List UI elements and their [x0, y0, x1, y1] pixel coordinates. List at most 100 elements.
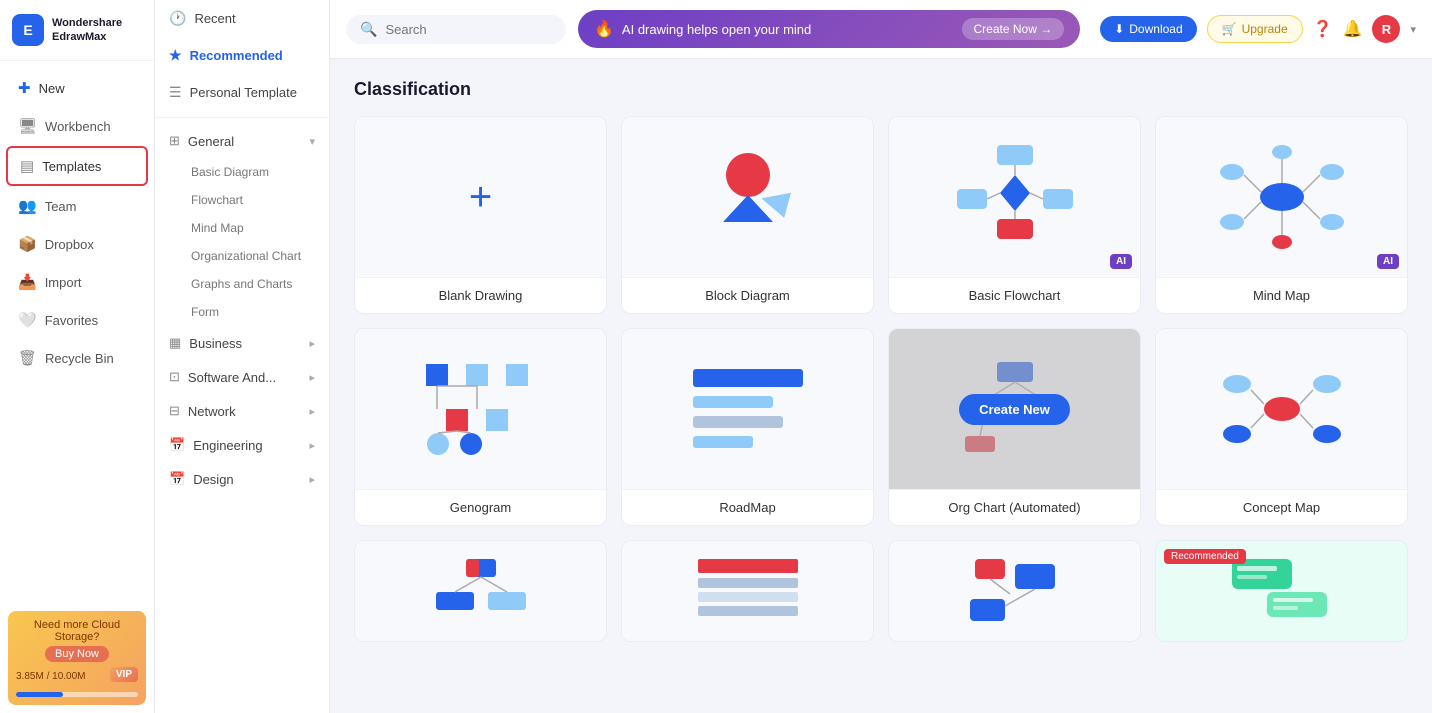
chevron-right-design-icon: ▸	[309, 473, 315, 486]
new-icon: ✚	[18, 79, 31, 97]
storage-bar-bg	[16, 692, 138, 697]
sidebar-item-new[interactable]: ✚ New	[6, 70, 148, 106]
storage-bar	[16, 692, 63, 697]
middle-item-personal-template[interactable]: ☰ Personal Template	[155, 74, 329, 111]
category-engineering[interactable]: 📅 Engineering ▸	[155, 428, 329, 462]
chevron-down-icon: ▾	[309, 135, 315, 148]
ai-create-button[interactable]: Create Now →	[962, 18, 1065, 40]
bell-icon[interactable]: 🔔	[1343, 19, 1363, 39]
card-preview-bottom-1	[355, 541, 606, 641]
recommended-badge: Recommended	[1164, 549, 1246, 564]
ai-banner-text: AI drawing helps open your mind	[622, 22, 811, 37]
sidebar-item-team[interactable]: 👥 Team	[6, 188, 148, 224]
card-label-flowchart: Basic Flowchart	[889, 277, 1140, 313]
sidebar-item-recycle[interactable]: 🗑 Recycle Bin	[6, 340, 148, 376]
card-genogram[interactable]: Genogram	[354, 328, 607, 526]
chevron-right-business-icon: ▸	[309, 337, 315, 350]
sub-basic-diagram[interactable]: Basic Diagram	[155, 158, 329, 186]
storage-used: 3.85M / 10.00M	[16, 671, 86, 682]
create-new-overlay: Create New	[889, 329, 1140, 489]
card-preview-genogram	[355, 329, 606, 489]
buy-now-button[interactable]: Buy Now	[45, 646, 109, 662]
mindmap-svg	[1217, 142, 1347, 252]
sidebar-item-dropbox[interactable]: 📦 Dropbox	[6, 226, 148, 262]
card-preview-roadmap	[622, 329, 873, 489]
card-bottom-3[interactable]	[888, 540, 1141, 642]
folder1-svg	[965, 554, 1065, 629]
sub-form[interactable]: Form	[155, 298, 329, 326]
card-mindmap[interactable]: AI Mind Map	[1155, 116, 1408, 314]
tree1-svg	[431, 554, 531, 629]
middle-item-recent[interactable]: 🕐 Recent	[155, 0, 329, 37]
chevron-right-software-icon: ▸	[309, 371, 315, 384]
help-icon[interactable]: ❓	[1313, 19, 1333, 39]
middle-panel: 🕐 Recent ★ Recommended ☰ Personal Templa…	[155, 0, 330, 713]
sidebar-item-import-label: Import	[45, 275, 82, 290]
conceptmap-svg	[1217, 354, 1347, 464]
chevron-right-network-icon: ▸	[309, 405, 315, 418]
card-label-conceptmap: Concept Map	[1156, 489, 1407, 525]
sub-graphs-charts[interactable]: Graphs and Charts	[155, 270, 329, 298]
category-software[interactable]: ⊡ Software And... ▸	[155, 360, 329, 394]
template-grid: + Blank Drawing Block Diagram	[354, 116, 1408, 526]
chevron-down-icon[interactable]: ▾	[1410, 23, 1416, 36]
card-blank[interactable]: + Blank Drawing	[354, 116, 607, 314]
dropbox-icon: 📦	[18, 235, 37, 253]
category-network[interactable]: ⊟ Network ▸	[155, 394, 329, 428]
middle-item-recommended[interactable]: ★ Recommended	[155, 37, 329, 74]
download-button[interactable]: ⬇ Download	[1100, 16, 1196, 42]
chat1-svg	[1227, 554, 1337, 629]
card-bottom-2[interactable]	[621, 540, 874, 642]
card-bottom-1[interactable]	[354, 540, 607, 642]
sub-mind-map[interactable]: Mind Map	[155, 214, 329, 242]
avatar[interactable]: R	[1372, 15, 1400, 43]
top-bar: 🔍 🔥 AI drawing helps open your mind Crea…	[330, 0, 1432, 59]
card-conceptmap[interactable]: Concept Map	[1155, 328, 1408, 526]
card-bottom-4[interactable]: Recommended	[1155, 540, 1408, 642]
sidebar-item-workbench[interactable]: 🖥 Workbench	[6, 108, 148, 144]
search-box[interactable]: 🔍	[346, 15, 566, 44]
card-label-roadmap: RoadMap	[622, 489, 873, 525]
block-diagram-svg	[693, 147, 803, 247]
logo-area[interactable]: E Wondershare EdrawMax	[0, 0, 154, 61]
sidebar-item-team-label: Team	[45, 199, 77, 214]
middle-item-personal-label: Personal Template	[190, 85, 297, 100]
engineering-icon: 📅	[169, 437, 185, 453]
storage-promo[interactable]: Need more Cloud Storage? Buy Now 3.85M /…	[8, 611, 146, 705]
personal-template-icon: ☰	[169, 84, 182, 101]
search-input[interactable]	[385, 22, 545, 37]
card-orgchart[interactable]: Create New Org Chart (Automated)	[888, 328, 1141, 526]
category-network-label: Network	[188, 404, 236, 419]
genogram-svg	[416, 354, 546, 464]
card-block[interactable]: Block Diagram	[621, 116, 874, 314]
section-title: Classification	[354, 79, 1408, 100]
sub-org-chart[interactable]: Organizational Chart	[155, 242, 329, 270]
category-general[interactable]: ⊞ General ▾	[155, 124, 329, 158]
recent-icon: 🕐	[169, 10, 186, 27]
design-icon: 📅	[169, 471, 185, 487]
category-design[interactable]: 📅 Design ▸	[155, 462, 329, 496]
workbench-icon: 🖥	[18, 117, 37, 135]
card-roadmap[interactable]: RoadMap	[621, 328, 874, 526]
sidebar-item-favorites[interactable]: 🤍 Favorites	[6, 302, 148, 338]
middle-item-recommended-label: Recommended	[190, 48, 283, 63]
recommended-icon: ★	[169, 47, 182, 64]
create-new-button[interactable]: Create New	[959, 394, 1070, 425]
category-business[interactable]: ▦ Business ▸	[155, 326, 329, 360]
sidebar-item-templates[interactable]: ▤ Templates	[6, 146, 148, 186]
sidebar-nav: ✚ New 🖥 Workbench ▤ Templates 👥 Team 📦 D…	[0, 61, 154, 603]
sidebar-item-import[interactable]: 📥 Import	[6, 264, 148, 300]
card-label-orgchart: Org Chart (Automated)	[889, 489, 1140, 525]
card-label-blank: Blank Drawing	[355, 277, 606, 313]
ai-banner[interactable]: 🔥 AI drawing helps open your mind Create…	[578, 10, 1080, 48]
templates-icon: ▤	[20, 157, 34, 175]
general-icon: ⊞	[169, 133, 180, 149]
upgrade-button[interactable]: 🛒 Upgrade	[1207, 15, 1303, 43]
download-icon: ⬇	[1114, 22, 1124, 36]
category-general-label: General	[188, 134, 234, 149]
sub-flowchart[interactable]: Flowchart	[155, 186, 329, 214]
card-preview-mindmap: AI	[1156, 117, 1407, 277]
card-flowchart[interactable]: AI Basic Flowchart	[888, 116, 1141, 314]
app-name: Wondershare EdrawMax	[52, 16, 122, 45]
category-software-label: Software And...	[188, 370, 276, 385]
